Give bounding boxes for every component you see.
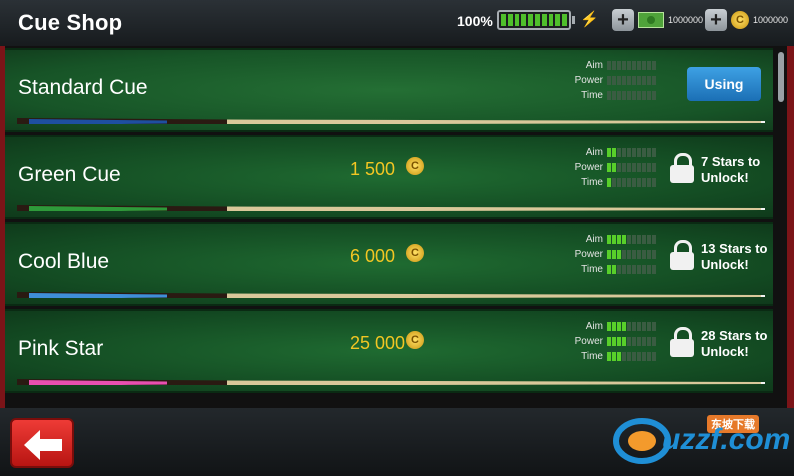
stat-bars xyxy=(607,163,656,172)
cue-stats: Aim Power Time xyxy=(574,58,667,103)
lock-icon xyxy=(670,327,694,357)
cue-row[interactable]: Green Cue 1 500 C Aim Power Time 7 Stars to Un… xyxy=(5,135,773,219)
coin-amount: 1000000 xyxy=(753,15,789,25)
stat-bars xyxy=(607,91,656,100)
add-coins-button[interactable]: + xyxy=(705,9,727,31)
cue-name: Standard Cue xyxy=(18,76,148,99)
stat-label: Power xyxy=(574,336,603,347)
add-cash-button[interactable]: + xyxy=(612,9,634,31)
stat-label: Aim xyxy=(585,321,603,332)
watermark-logo: 东坡下载 uzzf.com xyxy=(612,413,791,469)
stat-label: Power xyxy=(574,75,603,86)
battery-tip xyxy=(572,16,575,24)
unlock-requirement: 7 Stars to Unlock! xyxy=(701,154,761,185)
battery-icon xyxy=(497,10,571,30)
top-bar: Cue Shop 100% ⚡ + 1000000 + C 1000000 xyxy=(0,0,794,46)
stat-bars xyxy=(607,265,656,274)
lock-icon xyxy=(670,153,694,183)
stat-label: Aim xyxy=(585,60,603,71)
stat-power: Power xyxy=(574,160,667,175)
stat-bars xyxy=(607,148,656,157)
page-title: Cue Shop xyxy=(18,10,123,35)
right-rail xyxy=(787,46,794,408)
coin-icon: C xyxy=(406,157,424,175)
cue-row[interactable]: Pink Star 25 000 C Aim Power Time 28 Stars to … xyxy=(5,309,773,393)
cue-name: Cool Blue xyxy=(18,250,110,273)
arrow-left-icon xyxy=(24,430,62,460)
cue-stick xyxy=(17,292,765,298)
stat-bars xyxy=(607,235,656,244)
stat-time: Time xyxy=(577,175,667,190)
stat-label: Time xyxy=(581,264,603,275)
coin-icon: C xyxy=(406,331,424,349)
stat-label: Time xyxy=(581,351,603,362)
unlock-requirement: 28 Stars to Unlock! xyxy=(701,328,768,359)
stat-time: Time xyxy=(577,262,667,277)
stat-power: Power xyxy=(574,73,667,88)
stat-bars xyxy=(607,61,656,70)
back-button[interactable] xyxy=(10,418,74,468)
stat-power: Power xyxy=(574,247,667,262)
charging-bolt-icon: ⚡ xyxy=(580,11,599,28)
lock-icon xyxy=(670,240,694,270)
stat-label: Aim xyxy=(585,234,603,245)
cue-price: 25 000 xyxy=(350,333,406,353)
battery-percent: 100% xyxy=(457,13,493,29)
cash-icon xyxy=(638,12,664,28)
cue-stick xyxy=(17,118,765,124)
cue-row[interactable]: Cool Blue 6 000 C Aim Power Time 13 Stars to U… xyxy=(5,222,773,306)
cue-stick xyxy=(17,379,765,385)
stat-label: Time xyxy=(581,177,603,188)
stat-aim: Aim xyxy=(577,232,667,247)
stat-time: Time xyxy=(577,349,667,364)
scrollbar[interactable] xyxy=(778,52,784,102)
stat-aim: Aim xyxy=(577,145,667,160)
cue-stats: Aim Power Time xyxy=(574,319,667,364)
stat-aim: Aim xyxy=(577,319,667,334)
coin-icon: C xyxy=(731,11,749,29)
cue-stats: Aim Power Time xyxy=(574,232,667,277)
stat-label: Time xyxy=(581,90,603,101)
using-button[interactable]: Using xyxy=(687,67,761,101)
cue-name: Green Cue xyxy=(18,163,121,186)
cash-amount: 1000000 xyxy=(668,15,704,25)
cue-list[interactable]: Standard Cue Aim Power Time Using Green Cue 1 … xyxy=(5,48,773,408)
stat-power: Power xyxy=(574,334,667,349)
stat-time: Time xyxy=(577,88,667,103)
cue-row[interactable]: Standard Cue Aim Power Time Using xyxy=(5,48,773,132)
logo-text: uzzf.com xyxy=(662,423,791,456)
stat-label: Power xyxy=(574,249,603,260)
stat-bars xyxy=(607,76,656,85)
stat-bars xyxy=(607,337,656,346)
coin-icon: C xyxy=(406,244,424,262)
stat-label: Aim xyxy=(585,147,603,158)
stat-bars xyxy=(607,322,656,331)
stat-bars xyxy=(607,250,656,259)
unlock-requirement: 13 Stars to Unlock! xyxy=(701,241,768,272)
cue-price: 6 000 xyxy=(350,246,396,266)
cue-stats: Aim Power Time xyxy=(574,145,667,190)
stat-label: Power xyxy=(574,162,603,173)
cue-name: Pink Star xyxy=(18,337,104,360)
stat-bars xyxy=(607,178,656,187)
stat-aim: Aim xyxy=(577,58,667,73)
cue-price: 1 500 xyxy=(350,159,396,179)
stat-bars xyxy=(607,352,656,361)
cue-stick xyxy=(17,205,765,211)
